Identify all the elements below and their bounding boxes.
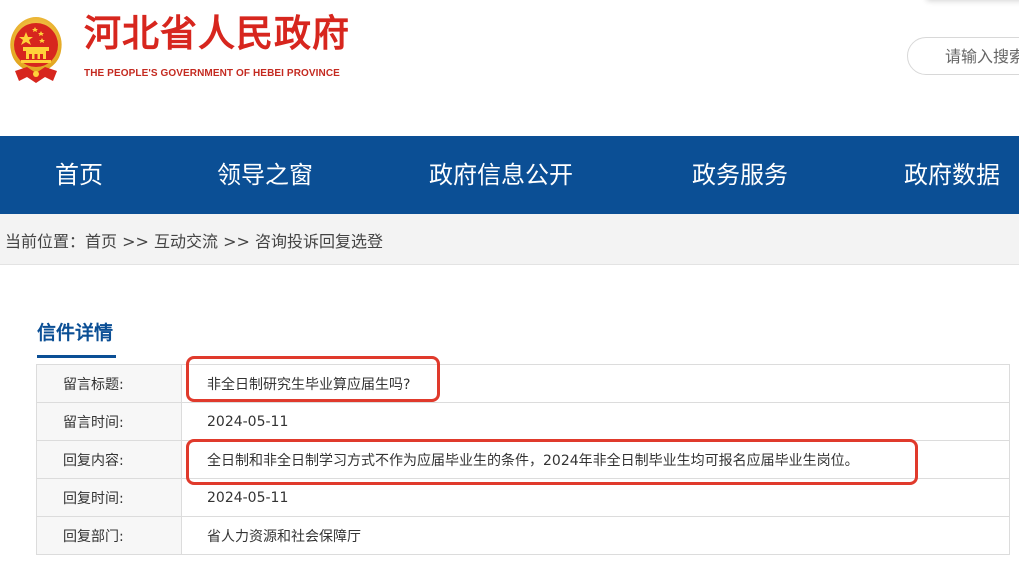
letter-detail-table: 留言标题: 非全日制研究生毕业算应届生吗? 留言时间: 2024-05-11 回… [36, 364, 1010, 555]
breadcrumb-current[interactable]: 咨询投诉回复选登 [255, 232, 383, 251]
section-title-underline [37, 355, 116, 358]
breadcrumb-separator: >> [117, 232, 155, 251]
national-emblem-icon[interactable] [3, 11, 69, 85]
search-input[interactable] [945, 44, 1019, 68]
breadcrumb-interaction[interactable]: 互动交流 [154, 232, 218, 251]
row-label-reply-department: 回复部门: [36, 516, 182, 555]
nav-item-gov-info[interactable]: 政府信息公开 [429, 136, 573, 214]
table-row: 留言标题: 非全日制研究生毕业算应届生吗? [36, 364, 1010, 403]
nav-item-leaders[interactable]: 领导之窗 [217, 136, 313, 214]
row-value-message-time: 2024-05-11 [181, 402, 1010, 441]
main-nav: 首页 领导之窗 政府信息公开 政务服务 政府数据 [0, 136, 1019, 214]
table-row: 回复内容: 全日制和非全日制学习方式不作为应届毕业生的条件，2024年非全日制毕… [36, 440, 1010, 479]
row-value-reply-content: 全日制和非全日制学习方式不作为应届毕业生的条件，2024年非全日制毕业生均可报名… [181, 440, 1010, 479]
breadcrumb-separator: >> [218, 232, 256, 251]
nav-item-home[interactable]: 首页 [55, 136, 103, 214]
row-value-reply-time: 2024-05-11 [181, 478, 1010, 517]
search-box[interactable] [907, 37, 1019, 75]
table-row: 留言时间: 2024-05-11 [36, 402, 1010, 441]
section-title: 信件详情 [37, 322, 114, 344]
site-header: 河北省人民政府 THE PEOPLE'S GOVERNMENT OF HEBEI… [0, 0, 1019, 136]
table-row: 回复部门: 省人力资源和社会保障厅 [36, 516, 1010, 555]
row-value-reply-department: 省人力资源和社会保障厅 [181, 516, 1010, 555]
row-label-message-time: 留言时间: [36, 402, 182, 441]
table-row: 回复时间: 2024-05-11 [36, 478, 1010, 517]
site-title-en: THE PEOPLE'S GOVERNMENT OF HEBEI PROVINC… [84, 68, 340, 79]
site-title-cn[interactable]: 河北省人民政府 [84, 15, 350, 52]
row-value-title: 非全日制研究生毕业算应届生吗? [181, 364, 1010, 403]
nav-item-services[interactable]: 政务服务 [692, 136, 788, 214]
row-label-title: 留言标题: [36, 364, 182, 403]
breadcrumb-home[interactable]: 首页 [85, 232, 117, 251]
breadcrumb-prefix: 当前位置： [5, 232, 86, 251]
nav-item-gov-data[interactable]: 政府数据 [904, 136, 1000, 214]
page: 河北省人民政府 THE PEOPLE'S GOVERNMENT OF HEBEI… [0, 0, 1019, 565]
row-label-reply-content: 回复内容: [36, 440, 182, 479]
row-label-reply-time: 回复时间: [36, 478, 182, 517]
breadcrumb-row: 当前位置：首页 >> 互动交流 >> 咨询投诉回复选登 [5, 228, 383, 252]
breadcrumb: 当前位置：首页 >> 互动交流 >> 咨询投诉回复选登 [0, 214, 1019, 265]
